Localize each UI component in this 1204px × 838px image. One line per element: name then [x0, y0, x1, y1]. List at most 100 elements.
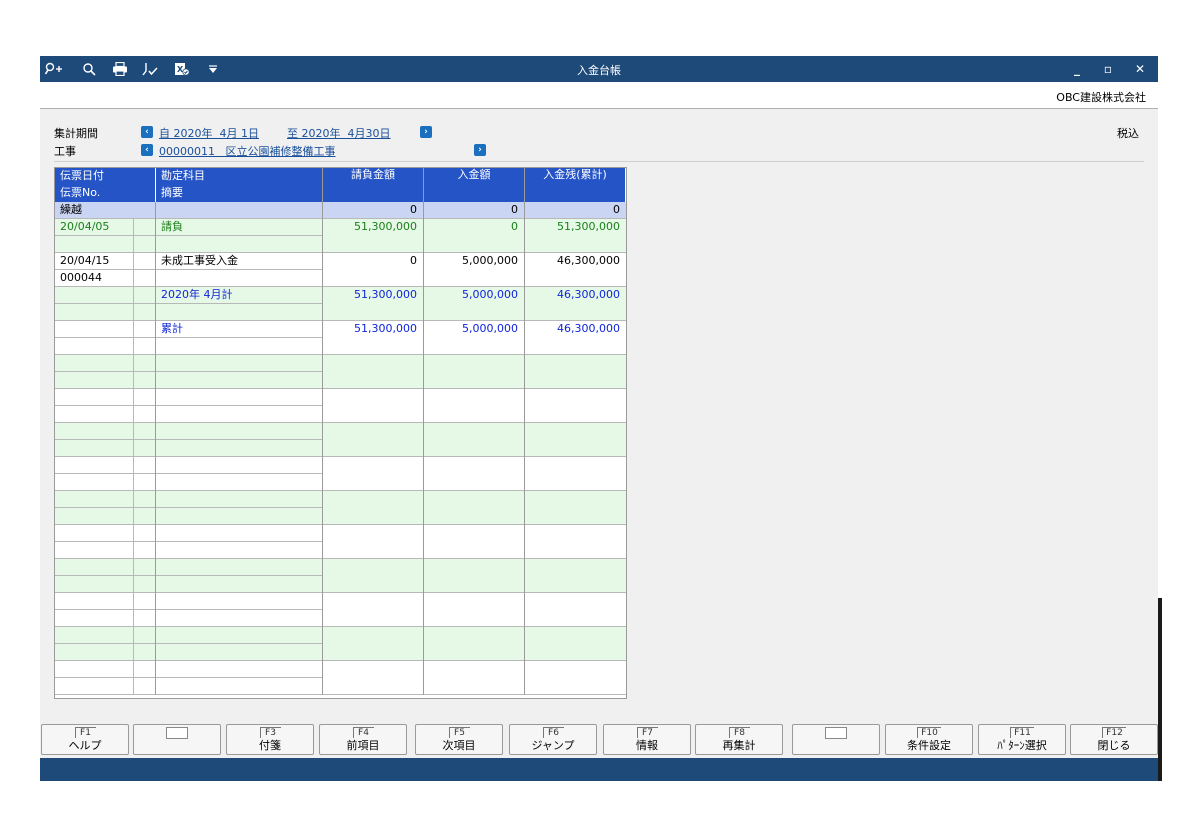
- table-row[interactable]: [55, 593, 626, 610]
- cell-sub: [134, 355, 156, 371]
- fkey-number: F10: [917, 727, 941, 738]
- cell-contract: [323, 508, 424, 524]
- cell-balance: 46,300,000: [557, 254, 620, 267]
- cell-summary: [156, 355, 323, 371]
- project-link[interactable]: 00000011 区立公園補修整備工事: [159, 143, 335, 159]
- restore-button[interactable]: ▫: [1100, 61, 1116, 77]
- cell-balance: [525, 525, 626, 541]
- fkey-blank[interactable]: [792, 724, 880, 755]
- header-balance[interactable]: 入金残(累計): [525, 168, 626, 202]
- cell-slip-no: [55, 593, 134, 609]
- header-summary[interactable]: 摘要: [156, 185, 323, 202]
- cell-slip-no: [55, 508, 134, 524]
- table-row[interactable]: [55, 423, 626, 440]
- cell-slip-no: [55, 559, 134, 575]
- fkey-f4[interactable]: F4 前項目: [319, 724, 407, 755]
- table-row[interactable]: [55, 678, 626, 695]
- fkey-f3[interactable]: F3 付箋: [226, 724, 314, 755]
- cell-summary: [156, 644, 323, 660]
- fkey-f7[interactable]: F7 情報: [603, 724, 691, 755]
- table-row[interactable]: [55, 406, 626, 423]
- project-prev-button[interactable]: ‹: [141, 144, 153, 156]
- table-row[interactable]: [55, 440, 626, 457]
- header-payment-amount[interactable]: 入金額: [424, 168, 525, 202]
- cell-payment: [424, 576, 525, 592]
- cell-summary: [156, 423, 323, 439]
- table-row[interactable]: [55, 627, 626, 644]
- cell-sub: [134, 627, 156, 643]
- fkey-f5[interactable]: F5 次項目: [415, 724, 503, 755]
- period-next-button[interactable]: ›: [420, 126, 432, 138]
- cell-contract: [323, 304, 424, 320]
- cell-slip-no: [55, 355, 134, 371]
- table-row[interactable]: [55, 355, 626, 372]
- header-account[interactable]: 勘定科目: [156, 168, 323, 185]
- fkey-label: 前項目: [346, 739, 380, 752]
- table-row[interactable]: [55, 338, 626, 355]
- header-date[interactable]: 伝票日付: [55, 168, 156, 185]
- table-row[interactable]: 000044: [55, 270, 626, 287]
- fkey-f8[interactable]: F8 再集計: [695, 724, 783, 755]
- table-row[interactable]: [55, 389, 626, 406]
- cell-sub: [134, 678, 156, 694]
- cell-balance: [525, 491, 626, 507]
- cell-balance: 51,300,000: [557, 220, 620, 233]
- table-row[interactable]: [55, 559, 626, 576]
- column-separator: [322, 168, 323, 695]
- cell-payment: 5,000,000: [424, 253, 525, 269]
- table-row[interactable]: [55, 576, 626, 593]
- fkey-f1[interactable]: F1 ヘルプ: [41, 724, 129, 755]
- company-bar: OBC建設株式会社: [40, 82, 1158, 109]
- cell-payment: [424, 491, 525, 507]
- cell-date: 繰越: [55, 202, 156, 218]
- table-row[interactable]: 繰越 0 0 0: [55, 202, 626, 219]
- table-row[interactable]: [55, 661, 626, 678]
- project-next-button[interactable]: ›: [474, 144, 486, 156]
- close-button[interactable]: ✕: [1132, 61, 1148, 77]
- header-contract-amount[interactable]: 請負金額: [323, 168, 424, 202]
- table-row[interactable]: [55, 610, 626, 627]
- table-row[interactable]: [55, 304, 626, 321]
- cell-sub: [134, 304, 156, 320]
- fkey-blank[interactable]: [133, 724, 221, 755]
- table-row[interactable]: [55, 491, 626, 508]
- table-row[interactable]: 20/04/05 請負 51,300,000 0 51,300,000: [55, 219, 626, 236]
- table-row[interactable]: [55, 474, 626, 491]
- cell-sub: [134, 559, 156, 575]
- cell-balance: [525, 610, 626, 626]
- table-row[interactable]: [55, 372, 626, 389]
- table-row[interactable]: [55, 236, 626, 253]
- cell-balance: 46,300,000: [557, 322, 620, 335]
- table-row[interactable]: 2020年 4月計 51,300,000 5,000,000 46,300,000: [55, 287, 626, 304]
- status-bar: [40, 758, 1158, 781]
- table-row[interactable]: 20/04/15 未成工事受入金 0 5,000,000 46,300,000: [55, 253, 626, 270]
- cell-payment: [424, 661, 525, 677]
- table-row[interactable]: 累計 51,300,000 5,000,000 46,300,000: [55, 321, 626, 338]
- cell-contract: 51,300,000: [323, 287, 424, 303]
- cell-payment: [424, 474, 525, 490]
- fkey-number: F5: [448, 727, 470, 738]
- period-to-link[interactable]: 至 2020年 4月30日: [287, 125, 390, 141]
- period-from-link[interactable]: 自 2020年 4月 1日: [159, 125, 259, 141]
- minimize-button[interactable]: _: [1069, 61, 1085, 77]
- cell-slip-no: [55, 542, 134, 558]
- table-row[interactable]: [55, 525, 626, 542]
- cell-payment: [424, 355, 525, 371]
- cell-payment: [424, 372, 525, 388]
- table-row[interactable]: [55, 542, 626, 559]
- cell-sub: [134, 270, 156, 286]
- period-prev-button[interactable]: ‹: [141, 126, 153, 138]
- cell-payment: 0: [424, 219, 525, 235]
- fkey-f12[interactable]: F12 閉じる: [1070, 724, 1158, 755]
- table-row[interactable]: [55, 644, 626, 661]
- fkey-f11[interactable]: F11 ﾊﾟﾀｰﾝ選択: [978, 724, 1066, 755]
- cell-balance: [525, 440, 626, 456]
- fkey-f6[interactable]: F6 ジャンプ: [509, 724, 597, 755]
- header-slip-no[interactable]: 伝票No.: [55, 185, 156, 202]
- table-row[interactable]: [55, 508, 626, 525]
- cell-sub: [134, 457, 156, 473]
- cell-summary: [156, 593, 323, 609]
- cell-contract: [323, 457, 424, 473]
- fkey-f10[interactable]: F10 条件設定: [885, 724, 973, 755]
- table-row[interactable]: [55, 457, 626, 474]
